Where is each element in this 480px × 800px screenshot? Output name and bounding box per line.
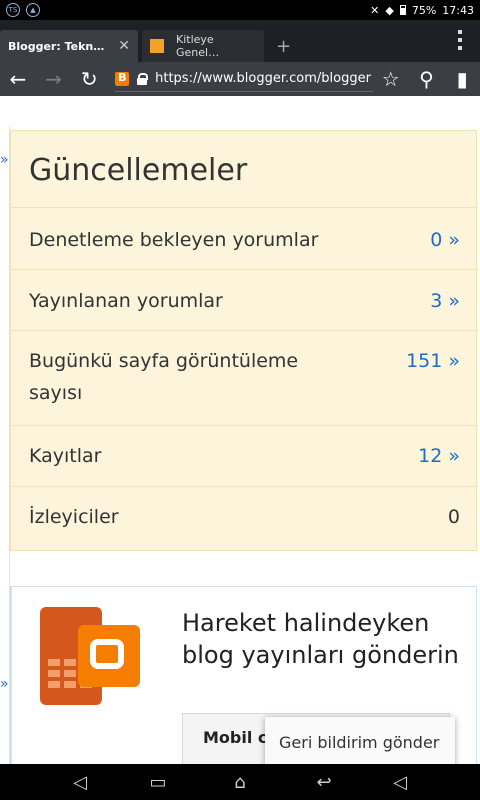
wifi-icon: ◆ <box>385 3 394 17</box>
overflow-menu-icon[interactable] <box>458 30 462 50</box>
star-icon[interactable]: ☆ <box>373 62 409 96</box>
updates-row: Kayıtlar 12 » <box>11 425 478 486</box>
row-label: Bugünkü sayfa görüntüleme sayısı <box>29 350 299 404</box>
tab-kitleye[interactable]: Kitleye Genel… <box>142 30 264 62</box>
new-tab-icon[interactable]: + <box>276 36 291 57</box>
volume-up-icon[interactable]: ◁ <box>386 770 414 794</box>
home-icon[interactable]: ⌂ <box>224 770 256 794</box>
lock-icon <box>137 72 149 85</box>
volume-down-icon[interactable]: ◁ <box>66 770 94 794</box>
battery-icon <box>399 5 406 15</box>
row-value-link[interactable]: 151 » <box>400 345 460 377</box>
feedback-button[interactable]: Geri bildirim gönder <box>265 717 455 764</box>
page-content: » » Güncellemeler Denetleme bekleyen yor… <box>0 96 480 764</box>
updates-card: Güncellemeler Denetleme bekleyen yorumla… <box>10 130 478 552</box>
row-value-link[interactable]: 3 » <box>430 285 460 317</box>
updates-title: Güncellemeler <box>29 153 248 188</box>
tab-title: Kitleye Genel… <box>176 33 220 59</box>
tab-strip: Blogger: Tekn… ✕ Kitleye Genel… + <box>0 20 480 62</box>
clock: 17:43 <box>442 3 474 17</box>
updates-row: Bugünkü sayfa görüntüleme sayısı 151 » <box>11 330 478 425</box>
row-label: Denetleme bekleyen yorumlar <box>29 229 319 251</box>
back-icon[interactable]: ↩ <box>308 770 340 794</box>
address-bar[interactable]: https://www.blogger.com/blogger <box>115 66 373 92</box>
bookmark-icon[interactable]: ▮ <box>444 62 480 96</box>
close-icon[interactable]: ✕ <box>118 38 130 54</box>
reload-icon[interactable]: ↻ <box>71 62 107 96</box>
forward-arrow-icon[interactable]: → <box>36 62 72 96</box>
row-label: İzleyiciler <box>29 506 119 528</box>
url-text[interactable]: https://www.blogger.com/blogger <box>155 71 371 86</box>
updates-row: Yayınlanan yorumlar 3 » <box>11 269 478 330</box>
blogger-favicon-icon <box>115 71 130 86</box>
mobile-promo-title: Hareket halindeyken blog yayınları gönde… <box>182 609 459 669</box>
mobile-blogging-icon <box>40 605 140 709</box>
status-bar: TS ▲ ✕ ◆ 75% 17:43 <box>0 0 480 20</box>
back-arrow-icon[interactable]: ← <box>0 62 36 96</box>
browser-toolbar: ← → ↻ https://www.blogger.com/blogger ☆ … <box>0 62 480 96</box>
nav-app-icon: ▲ <box>26 3 40 17</box>
mobile-button-label: Mobil ci <box>203 728 273 747</box>
updates-row: İzleyiciler 0 <box>11 486 478 552</box>
row-value-link[interactable]: 0 » <box>430 224 460 256</box>
ts-icon: TS <box>6 3 20 17</box>
rail-link[interactable]: » <box>0 152 9 168</box>
rail-link[interactable]: » <box>0 676 9 692</box>
row-label: Yayınlanan yorumlar <box>29 290 223 312</box>
mute-icon: ✕ <box>370 3 380 17</box>
tab-title: Blogger: Tekn… <box>8 39 105 53</box>
recent-apps-icon[interactable]: ▭ <box>142 770 174 794</box>
android-nav-bar: ◁ ▭ ⌂ ↩ ◁ <box>0 764 480 800</box>
search-icon[interactable]: ⚲ <box>409 62 445 96</box>
row-label: Kayıtlar <box>29 445 102 467</box>
updates-row: Denetleme bekleyen yorumlar 0 » <box>11 207 478 269</box>
row-value: 0 <box>447 506 460 528</box>
tab-blogger[interactable]: Blogger: Tekn… ✕ <box>0 30 138 62</box>
battery-percent: 75% <box>411 3 437 17</box>
analytics-favicon-icon <box>150 39 164 53</box>
left-rail <box>0 126 10 764</box>
row-value-link[interactable]: 12 » <box>418 440 460 472</box>
